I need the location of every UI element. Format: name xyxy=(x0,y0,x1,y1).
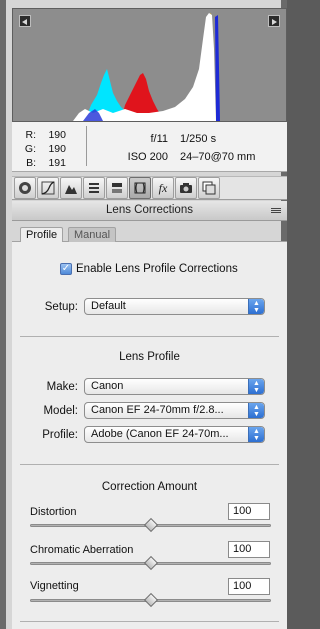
tab-manual[interactable]: Manual xyxy=(68,227,117,242)
shutter-speed: 1/250 s xyxy=(180,133,217,145)
camera-calibration-icon[interactable] xyxy=(175,177,197,199)
chromatic-aberration-slider-thumb[interactable] xyxy=(143,555,158,571)
select-arrows-icon: ▲ ▼ xyxy=(248,379,264,394)
enable-profile-label: Enable Lens Profile Corrections xyxy=(76,263,238,275)
histogram-graph xyxy=(13,9,286,121)
b-value: 191 xyxy=(48,157,66,169)
model-value: Canon EF 24-70mm f/2.8... xyxy=(91,404,224,416)
section-divider xyxy=(20,464,279,465)
b-label: B: xyxy=(26,157,36,169)
panel-title-text: Lens Corrections xyxy=(106,204,193,216)
model-label: Model: xyxy=(43,405,78,417)
histogram xyxy=(12,8,287,122)
shadow-clipping-warning-icon[interactable] xyxy=(19,15,31,27)
make-label: Make: xyxy=(46,381,78,393)
info-divider xyxy=(86,126,87,166)
focal-length: 24–70@70 mm xyxy=(180,151,256,163)
g-label: G: xyxy=(24,143,36,155)
image-info: R: 190 G: 190 B: 191 f/11 1/250 s ISO 200 2… xyxy=(12,122,287,172)
distortion-slider-thumb[interactable] xyxy=(143,517,158,533)
chromatic-aberration-slider[interactable] xyxy=(30,555,271,571)
exif-readout: f/11 1/250 s ISO 200 24–70@70 mm xyxy=(96,130,281,166)
correction-amount-heading: Correction Amount xyxy=(101,481,198,493)
vignetting-slider[interactable] xyxy=(30,592,271,608)
detail-icon[interactable] xyxy=(60,177,82,199)
distortion-label: Distortion xyxy=(30,506,77,518)
make-select[interactable]: Canon ▲ ▼ xyxy=(84,378,265,395)
rgb-readout: R: 190 G: 190 B: 191 xyxy=(24,128,66,170)
chromatic-aberration-input[interactable]: 100 xyxy=(228,541,270,558)
panel-title: Lens Corrections xyxy=(12,201,287,221)
select-arrows-icon: ▲ ▼ xyxy=(248,299,264,314)
lens-corrections-icon[interactable] xyxy=(129,177,151,199)
setup-label: Setup: xyxy=(44,301,78,313)
section-divider xyxy=(20,336,279,337)
setup-value: Default xyxy=(91,300,126,312)
highlight-clipping-warning-icon[interactable] xyxy=(268,15,280,27)
distortion-input[interactable]: 100 xyxy=(228,503,270,520)
enable-profile-corrections[interactable]: ✓ Enable Lens Profile Corrections xyxy=(60,263,238,275)
distortion-slider[interactable] xyxy=(30,517,271,533)
presets-icon[interactable] xyxy=(198,177,220,199)
aperture: f/11 xyxy=(150,133,168,145)
tone-curve-icon[interactable] xyxy=(37,177,59,199)
basic-icon[interactable] xyxy=(14,177,36,199)
profile-value: Adobe (Canon EF 24-70m... xyxy=(91,428,229,440)
make-value: Canon xyxy=(91,380,124,392)
section-divider xyxy=(20,621,279,622)
hsl-icon[interactable] xyxy=(83,177,105,199)
vignetting-input[interactable]: 100 xyxy=(228,578,270,595)
panel-tabs-toolbar: fx xyxy=(12,176,287,200)
lens-profile-heading: Lens Profile xyxy=(119,351,180,363)
subtabs: Profile Manual xyxy=(12,224,287,243)
model-select[interactable]: Canon EF 24-70mm f/2.8... ▲ ▼ xyxy=(84,402,265,419)
tab-profile[interactable]: Profile xyxy=(20,227,64,243)
split-toning-icon[interactable] xyxy=(106,177,128,199)
setup-select[interactable]: Default ▲ ▼ xyxy=(84,298,265,315)
chromatic-aberration-label: Chromatic Aberration xyxy=(30,544,134,556)
panel-menu-icon[interactable] xyxy=(271,208,281,214)
enable-profile-checkbox[interactable]: ✓ xyxy=(60,263,72,275)
lens-corrections-panel: R: 190 G: 190 B: 191 f/11 1/250 s ISO 200 2… xyxy=(0,0,287,629)
effects-icon[interactable]: fx xyxy=(152,177,174,199)
r-label: R: xyxy=(25,129,37,141)
profile-tab-content: ✓ Enable Lens Profile Corrections Setup:… xyxy=(12,242,287,629)
g-value: 190 xyxy=(48,143,66,155)
profile-select[interactable]: Adobe (Canon EF 24-70m... ▲ ▼ xyxy=(84,426,265,443)
r-value: 190 xyxy=(48,129,66,141)
profile-label: Profile: xyxy=(42,429,78,441)
vignetting-slider-thumb[interactable] xyxy=(143,592,158,608)
select-arrows-icon: ▲ ▼ xyxy=(248,427,264,442)
vignetting-label: Vignetting xyxy=(30,580,79,592)
select-arrows-icon: ▲ ▼ xyxy=(248,403,264,418)
iso: ISO 200 xyxy=(127,151,168,163)
